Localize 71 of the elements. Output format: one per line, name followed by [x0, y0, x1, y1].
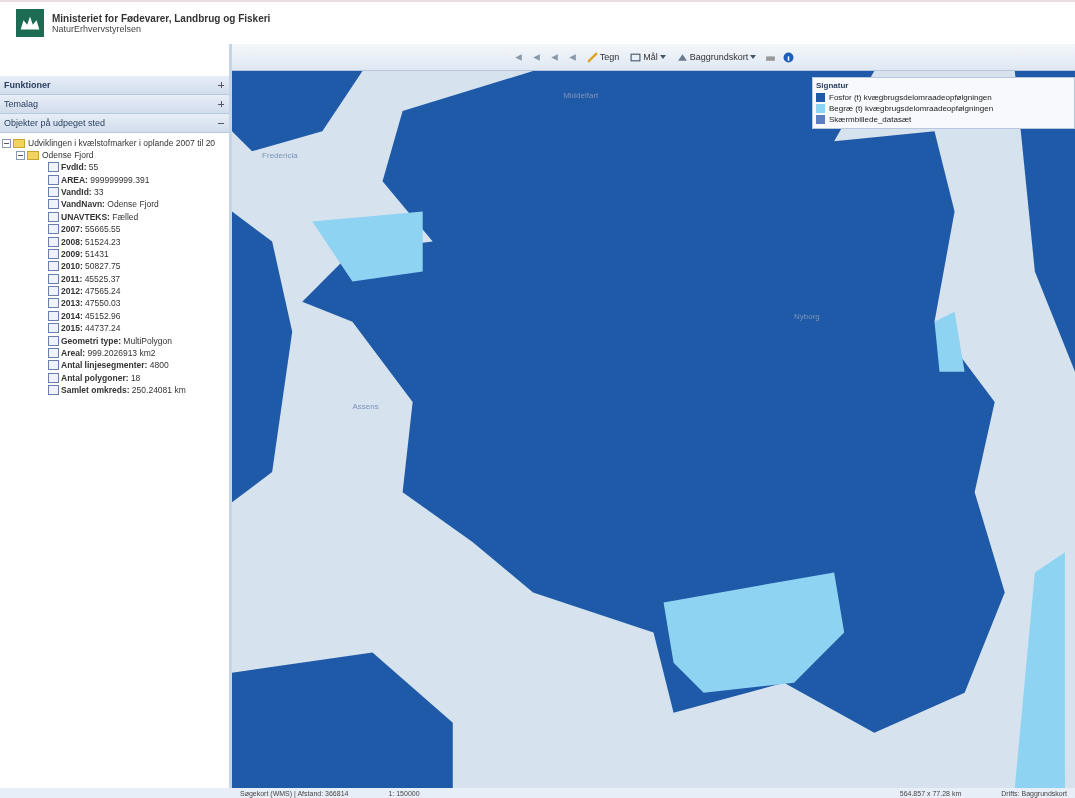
legend-title: Signatur: [816, 81, 850, 90]
attribute-icon: [48, 199, 59, 210]
attribute-text: 2009: 51431: [61, 248, 109, 259]
nav-arrow-icon[interactable]: [512, 51, 524, 63]
attribute-icon: [48, 248, 59, 259]
attribute-text: FvdId: 55: [61, 162, 99, 173]
nav-arrow-icon[interactable]: [566, 51, 578, 63]
attribute-icon: [48, 236, 59, 247]
attribute-text: Antal linjesegmenter: 4800: [61, 360, 169, 371]
attribute-text: 2014: 45152.96: [61, 310, 121, 321]
nav-arrow-icon[interactable]: [548, 51, 560, 63]
attribute-text: 2007: 55665.55: [61, 224, 121, 235]
tree-folder[interactable]: Udviklingen i kvælstofmarker i oplande 2007 til 20: [2, 137, 227, 149]
attribute-icon: [48, 186, 59, 197]
legend-label: Fosfor (t) kvægbrugsdelomraadeopfølgningen: [829, 93, 992, 102]
measure-button[interactable]: Mål: [628, 51, 668, 63]
attribute-icon: [48, 335, 59, 346]
basemap-button[interactable]: Baggrundskort: [674, 51, 759, 63]
expand-icon[interactable]: [217, 100, 225, 108]
accordion-header[interactable]: Objekter på udpeget sted: [0, 114, 229, 133]
place-label: Nyborg: [794, 311, 820, 321]
caret-icon: [750, 55, 757, 59]
attribute-icon: [48, 298, 59, 309]
ministry-name: Ministeriet for Fødevarer, Landbrug og Fiskeri: [52, 12, 271, 24]
attribute-text: VandNavn: Odense Fjord: [61, 199, 159, 210]
attribute-icon: [48, 286, 59, 297]
attribute-text: Samlet omkreds: 250.24081 km: [61, 385, 186, 396]
tree-folder[interactable]: Odense Fjord: [2, 149, 227, 161]
attribute-icon: [48, 261, 59, 272]
place-label: Fredericia: [262, 151, 298, 161]
pencil-icon: [586, 51, 598, 63]
legend-label: Skærmbillede_datasæt: [829, 115, 912, 124]
attribute-icon: [48, 385, 59, 396]
agency-name: NaturErhvervstyrelsen: [52, 23, 142, 34]
attribute-icon: [48, 211, 59, 222]
folder-icon: [27, 150, 39, 160]
attribute-text: Geometri type: MultiPolygon: [61, 335, 173, 346]
attribute-icon: [48, 162, 59, 173]
caret-icon: [659, 55, 666, 59]
place-label: Assens: [352, 401, 379, 411]
collapse-icon[interactable]: [2, 138, 11, 148]
draw-button[interactable]: Tegn: [584, 51, 622, 63]
attribute-icon: [48, 174, 59, 185]
attribute-icon: [48, 224, 59, 235]
attribute-icon: [48, 323, 59, 334]
attribute-text: Areal: 999.2026913 km2: [61, 348, 156, 359]
collapse-icon[interactable]: [16, 150, 25, 160]
attribute-icon: [48, 360, 59, 371]
crown-logo-icon: [16, 9, 44, 37]
attribute-text: UNAVTEKS: Fælled: [61, 211, 139, 222]
nav-arrow-icon[interactable]: [530, 51, 542, 63]
info-icon[interactable]: [783, 51, 795, 63]
attribute-icon: [48, 372, 59, 383]
attribute-text: 2012: 47565.24: [61, 286, 121, 297]
attribute-icon: [48, 348, 59, 359]
attribute-icon: [48, 310, 59, 321]
place-label: Middelfart: [563, 91, 599, 101]
attribute-text: 2011: 45525.37: [61, 273, 121, 284]
attribute-text: VandId: 33: [61, 186, 104, 197]
attribute-text: 2008: 51524.23: [61, 236, 121, 247]
attribute-text: AREA: 999999999.391: [61, 174, 150, 185]
attribute-text: 2015: 44737.24: [61, 323, 121, 334]
attribute-text: Antal polygoner: 18: [61, 372, 141, 383]
attribute-text: 2010: 50827.75: [61, 261, 121, 272]
accordion-header[interactable]: Temalag: [0, 95, 229, 114]
attribute-icon: [48, 273, 59, 284]
accordion-header[interactable]: Funktioner: [0, 76, 229, 95]
legend-label: Begræ (t) kvægbrugsdelomraadeopfølgningen: [829, 104, 994, 113]
folder-icon: [13, 138, 25, 148]
expand-icon[interactable]: [217, 81, 225, 89]
attribute-text: 2013: 47550.03: [61, 298, 121, 309]
